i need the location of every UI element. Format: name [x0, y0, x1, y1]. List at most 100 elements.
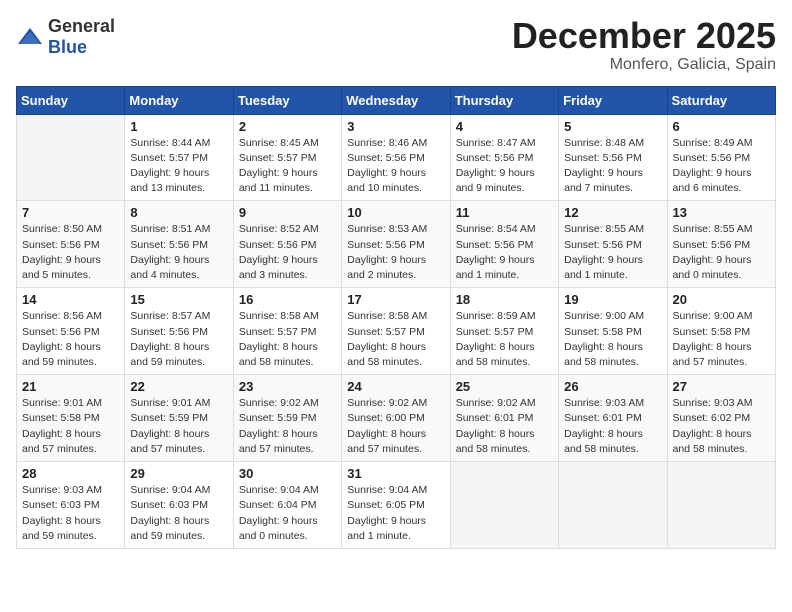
day-number: 31 — [347, 466, 444, 481]
calendar-cell: 3 Sunrise: 8:46 AMSunset: 5:56 PMDaylight… — [342, 114, 450, 201]
calendar-cell: 18 Sunrise: 8:59 AMSunset: 5:57 PMDayligh… — [450, 288, 558, 375]
day-info: Sunrise: 9:02 AMSunset: 5:59 PMDaylight:… — [239, 396, 336, 457]
day-number: 24 — [347, 379, 444, 394]
calendar-cell: 1Sunrise: 8:44 AMSunset: 5:57 PMDaylight… — [125, 114, 233, 201]
header: General Blue December 2025 Monfero, Gali… — [16, 16, 776, 74]
calendar-cell: 11Sunrise: 8:54 AMSunset: 5:56 PMDayligh… — [450, 201, 558, 288]
day-number: 11 — [456, 205, 553, 220]
calendar-cell: 31 Sunrise: 9:04 AMSunset: 6:05 PMDayligh… — [342, 462, 450, 549]
day-info: Sunrise: 9:00 AMSunset: 5:58 PMDaylight:… — [673, 309, 770, 370]
day-info: Sunrise: 9:03 AMSunset: 6:02 PMDaylight:… — [673, 396, 770, 457]
day-info: Sunrise: 8:58 AMSunset: 5:57 PMDaylight:… — [239, 309, 336, 370]
day-number: 9 — [239, 205, 336, 220]
calendar-cell: 17 Sunrise: 8:58 AMSunset: 5:57 PMDayligh… — [342, 288, 450, 375]
calendar-cell: 5Sunrise: 8:48 AMSunset: 5:56 PMDaylight… — [559, 114, 667, 201]
calendar-cell: 15 Sunrise: 8:57 AMSunset: 5:56 PMDayligh… — [125, 288, 233, 375]
day-info: Sunrise: 8:50 AMSunset: 5:56 PMDaylight:… — [22, 222, 119, 283]
calendar-cell — [667, 462, 775, 549]
calendar-cell: 28 Sunrise: 9:03 AMSunset: 6:03 PMDayligh… — [17, 462, 125, 549]
calendar-cell: 6 Sunrise: 8:49 AMSunset: 5:56 PMDaylight… — [667, 114, 775, 201]
day-info: Sunrise: 8:52 AMSunset: 5:56 PMDaylight:… — [239, 222, 336, 283]
day-number: 23 — [239, 379, 336, 394]
calendar-day-header: Friday — [559, 86, 667, 114]
day-number: 17 — [347, 292, 444, 307]
logo-icon — [16, 26, 44, 48]
day-number: 21 — [22, 379, 119, 394]
calendar: SundayMondayTuesdayWednesdayThursdayFrid… — [16, 86, 776, 549]
day-info: Sunrise: 8:51 AMSunset: 5:56 PMDaylight:… — [130, 222, 227, 283]
logo-general-text: General — [48, 16, 115, 36]
day-number: 27 — [673, 379, 770, 394]
calendar-cell: 26Sunrise: 9:03 AMSunset: 6:01 PMDayligh… — [559, 375, 667, 462]
calendar-cell: 30 Sunrise: 9:04 AMSunset: 6:04 PMDayligh… — [233, 462, 341, 549]
calendar-day-header: Tuesday — [233, 86, 341, 114]
day-info: Sunrise: 9:03 AMSunset: 6:03 PMDaylight:… — [22, 483, 119, 544]
day-info: Sunrise: 9:04 AMSunset: 6:04 PMDaylight:… — [239, 483, 336, 544]
day-info: Sunrise: 8:57 AMSunset: 5:56 PMDaylight:… — [130, 309, 227, 370]
day-number: 6 — [673, 119, 770, 134]
day-number: 7 — [22, 205, 119, 220]
calendar-header-row: SundayMondayTuesdayWednesdayThursdayFrid… — [17, 86, 776, 114]
day-info: Sunrise: 8:56 AMSunset: 5:56 PMDaylight:… — [22, 309, 119, 370]
calendar-cell: 12Sunrise: 8:55 AMSunset: 5:56 PMDayligh… — [559, 201, 667, 288]
calendar-day-header: Saturday — [667, 86, 775, 114]
day-number: 15 — [130, 292, 227, 307]
calendar-week-row: 7 Sunrise: 8:50 AMSunset: 5:56 PMDaylight… — [17, 201, 776, 288]
day-number: 16 — [239, 292, 336, 307]
day-info: Sunrise: 8:55 AMSunset: 5:56 PMDaylight:… — [564, 222, 661, 283]
calendar-cell: 13Sunrise: 8:55 AMSunset: 5:56 PMDayligh… — [667, 201, 775, 288]
calendar-cell: 27 Sunrise: 9:03 AMSunset: 6:02 PMDayligh… — [667, 375, 775, 462]
title-area: December 2025 Monfero, Galicia, Spain — [512, 16, 776, 74]
day-number: 22 — [130, 379, 227, 394]
day-info: Sunrise: 9:01 AMSunset: 5:59 PMDaylight:… — [130, 396, 227, 457]
logo-blue-text: Blue — [48, 37, 87, 57]
day-number: 20 — [673, 292, 770, 307]
day-info: Sunrise: 8:45 AMSunset: 5:57 PMDaylight:… — [239, 136, 336, 197]
day-info: Sunrise: 8:55 AMSunset: 5:56 PMDaylight:… — [673, 222, 770, 283]
calendar-day-header: Monday — [125, 86, 233, 114]
day-number: 8 — [130, 205, 227, 220]
day-info: Sunrise: 8:49 AMSunset: 5:56 PMDaylight:… — [673, 136, 770, 197]
calendar-cell — [559, 462, 667, 549]
day-info: Sunrise: 9:02 AMSunset: 6:01 PMDaylight:… — [456, 396, 553, 457]
day-number: 14 — [22, 292, 119, 307]
calendar-cell: 7 Sunrise: 8:50 AMSunset: 5:56 PMDaylight… — [17, 201, 125, 288]
calendar-cell: 2Sunrise: 8:45 AMSunset: 5:57 PMDaylight… — [233, 114, 341, 201]
calendar-cell — [450, 462, 558, 549]
day-info: Sunrise: 9:00 AMSunset: 5:58 PMDaylight:… — [564, 309, 661, 370]
day-number: 19 — [564, 292, 661, 307]
calendar-cell: 16 Sunrise: 8:58 AMSunset: 5:57 PMDayligh… — [233, 288, 341, 375]
day-number: 3 — [347, 119, 444, 134]
day-number: 18 — [456, 292, 553, 307]
day-info: Sunrise: 8:44 AMSunset: 5:57 PMDaylight:… — [130, 136, 227, 197]
day-number: 10 — [347, 205, 444, 220]
day-number: 30 — [239, 466, 336, 481]
location-title: Monfero, Galicia, Spain — [512, 56, 776, 74]
calendar-week-row: 28 Sunrise: 9:03 AMSunset: 6:03 PMDayligh… — [17, 462, 776, 549]
calendar-body: 1Sunrise: 8:44 AMSunset: 5:57 PMDaylight… — [17, 114, 776, 548]
day-number: 29 — [130, 466, 227, 481]
calendar-day-header: Thursday — [450, 86, 558, 114]
day-info: Sunrise: 8:59 AMSunset: 5:57 PMDaylight:… — [456, 309, 553, 370]
calendar-cell: 22 Sunrise: 9:01 AMSunset: 5:59 PMDayligh… — [125, 375, 233, 462]
day-number: 28 — [22, 466, 119, 481]
day-info: Sunrise: 8:46 AMSunset: 5:56 PMDaylight:… — [347, 136, 444, 197]
day-info: Sunrise: 8:53 AMSunset: 5:56 PMDaylight:… — [347, 222, 444, 283]
calendar-cell: 29Sunrise: 9:04 AMSunset: 6:03 PMDayligh… — [125, 462, 233, 549]
month-title: December 2025 — [512, 16, 776, 56]
calendar-week-row: 14 Sunrise: 8:56 AMSunset: 5:56 PMDayligh… — [17, 288, 776, 375]
calendar-day-header: Sunday — [17, 86, 125, 114]
calendar-week-row: 21 Sunrise: 9:01 AMSunset: 5:58 PMDayligh… — [17, 375, 776, 462]
calendar-cell: 19 Sunrise: 9:00 AMSunset: 5:58 PMDayligh… — [559, 288, 667, 375]
calendar-cell: 24Sunrise: 9:02 AMSunset: 6:00 PMDayligh… — [342, 375, 450, 462]
day-info: Sunrise: 9:01 AMSunset: 5:58 PMDaylight:… — [22, 396, 119, 457]
day-info: Sunrise: 8:47 AMSunset: 5:56 PMDaylight:… — [456, 136, 553, 197]
calendar-cell: 14 Sunrise: 8:56 AMSunset: 5:56 PMDayligh… — [17, 288, 125, 375]
day-info: Sunrise: 9:04 AMSunset: 6:05 PMDaylight:… — [347, 483, 444, 544]
calendar-day-header: Wednesday — [342, 86, 450, 114]
day-info: Sunrise: 9:03 AMSunset: 6:01 PMDaylight:… — [564, 396, 661, 457]
day-number: 25 — [456, 379, 553, 394]
calendar-cell — [17, 114, 125, 201]
calendar-cell: 10 Sunrise: 8:53 AMSunset: 5:56 PMDayligh… — [342, 201, 450, 288]
day-info: Sunrise: 8:58 AMSunset: 5:57 PMDaylight:… — [347, 309, 444, 370]
